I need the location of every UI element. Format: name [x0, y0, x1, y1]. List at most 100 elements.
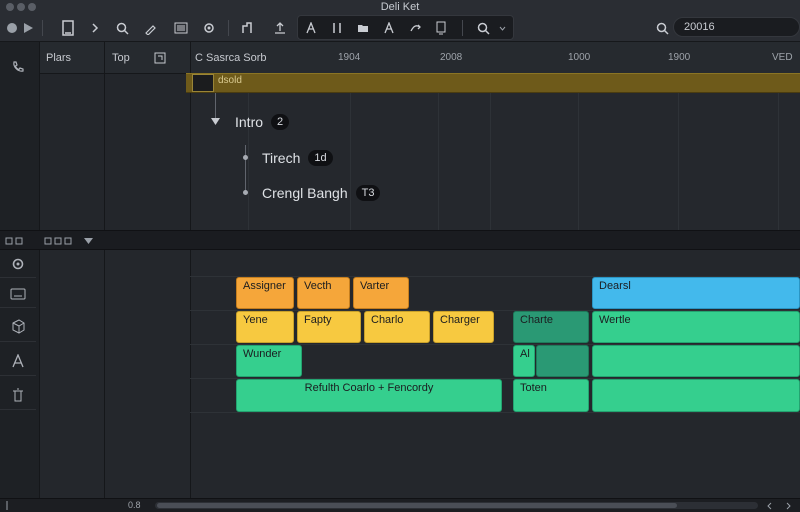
playhead[interactable]	[192, 74, 214, 92]
track-options-icon[interactable]	[5, 236, 25, 246]
scrollbar-thumb[interactable]	[157, 503, 677, 508]
edit-tools-group	[297, 15, 514, 40]
pencil-icon	[144, 24, 156, 35]
playback-range-label: dsold	[218, 75, 242, 86]
ruler-mark-2: 2008	[440, 52, 463, 63]
tree-item-intro-badge: 2	[271, 114, 290, 130]
list-view-button[interactable]	[170, 17, 192, 39]
grid-icon[interactable]	[154, 52, 166, 64]
horizontal-scrollbar[interactable]	[155, 502, 758, 509]
tree-connector	[215, 93, 216, 121]
tree-item-child-2-label: Crengl Bangh	[262, 185, 348, 201]
zoom-search-button[interactable]	[472, 17, 494, 39]
tree-item-child-2[interactable]: Crengl Bangh T3	[262, 185, 381, 201]
clip[interactable]: Vecth	[297, 277, 350, 309]
clip[interactable]: Wunder	[236, 345, 302, 377]
phone-button[interactable]	[0, 52, 36, 82]
rail-trash-button[interactable]	[0, 380, 36, 410]
header-top-label: Top	[112, 52, 130, 64]
clip[interactable]: Assigner	[236, 277, 294, 309]
search-icon	[656, 22, 669, 35]
zoom-dropdown-button[interactable]	[496, 17, 508, 39]
zoom-level: 0.8	[128, 500, 141, 510]
split-tool-button[interactable]	[326, 17, 348, 39]
toolbar-search-button[interactable]	[112, 17, 132, 39]
tree-item-intro-label: Intro	[235, 114, 264, 130]
clip[interactable]	[536, 345, 589, 377]
clip[interactable]: Al	[513, 345, 535, 377]
folder-icon	[358, 25, 368, 32]
window-title: Deli Ket	[380, 1, 420, 13]
rail-cube-button[interactable]	[0, 312, 36, 342]
tree-bullet	[243, 190, 248, 195]
header-plars[interactable]: Plars	[40, 42, 104, 74]
tree-item-child-1-badge: 1d	[308, 150, 333, 166]
label-tool-button[interactable]	[378, 17, 400, 39]
clip[interactable]: Refulth Coarlo + Fencordy	[236, 379, 502, 412]
magnifier-icon	[477, 22, 490, 35]
top-column	[104, 74, 190, 230]
ruler-mark-1: 1904	[338, 52, 361, 63]
scroll-right-icon[interactable]	[784, 502, 792, 510]
marker-tool-button[interactable]	[270, 17, 290, 39]
rail-keyboard-button[interactable]	[0, 280, 36, 308]
playback-range-bar[interactable]	[186, 73, 800, 93]
split-icon	[333, 23, 341, 33]
pencil-tool-button[interactable]	[140, 17, 160, 39]
ruler-mark-3: 1000	[568, 52, 591, 63]
header-sort[interactable]: C Sasrca Sorb	[195, 52, 267, 64]
tree-child-connector	[245, 145, 246, 195]
app-window: Deli Ket 20016 Plars Top C Sasrca Sorb 1…	[0, 0, 800, 512]
search-icon	[116, 22, 129, 35]
timeline-ruler[interactable]: C Sasrca Sorb	[190, 42, 800, 74]
clip[interactable]: Fapty	[297, 311, 361, 343]
clip[interactable]: Varter	[353, 277, 409, 309]
header-top[interactable]: Top	[104, 42, 190, 74]
folder-button[interactable]	[352, 17, 374, 39]
clip[interactable]: Charlo	[364, 311, 430, 343]
lower-panel-header	[0, 230, 800, 250]
collapse-triangle-icon[interactable]	[211, 118, 220, 125]
gear-icon	[12, 258, 24, 269]
chevron-down-icon	[499, 26, 505, 31]
text-a-icon	[384, 22, 394, 34]
clip[interactable]: Charger	[433, 311, 494, 343]
file-icon	[62, 20, 74, 36]
link-tool-button[interactable]	[404, 17, 426, 39]
ruler-mark-5: VED	[772, 52, 793, 63]
tree-item-child-1-label: Tirech	[262, 150, 301, 166]
text-tool-button[interactable]	[300, 17, 322, 39]
clip[interactable]: Toten	[513, 379, 589, 412]
clip[interactable]: Yene	[236, 311, 294, 343]
export-button[interactable]	[430, 17, 452, 39]
gear-icon	[204, 23, 214, 33]
search-input[interactable]: 20016	[673, 17, 800, 37]
rail-text-button[interactable]	[0, 346, 36, 376]
tree-item-intro[interactable]: Intro 2	[235, 114, 290, 130]
clip[interactable]: Dearsl	[592, 277, 800, 309]
marker-icon	[275, 22, 285, 34]
view-toggle-icon[interactable]	[44, 236, 72, 246]
search-field-icon-button[interactable]	[654, 17, 670, 39]
text-a-icon	[306, 22, 316, 34]
chevron-down-icon[interactable]	[84, 238, 93, 244]
expand-chevron-button[interactable]	[86, 17, 104, 39]
record-button[interactable]	[4, 17, 20, 39]
phone-icon	[13, 61, 24, 72]
file-button[interactable]	[56, 17, 80, 39]
plars-column	[40, 74, 104, 230]
clip[interactable]: Wertle	[592, 311, 800, 343]
text-a-icon	[12, 353, 24, 367]
resize-handle-icon[interactable]	[4, 501, 10, 510]
clip[interactable]: Charte	[513, 311, 589, 343]
record-icon	[7, 23, 17, 33]
keyboard-icon	[10, 288, 26, 299]
clip[interactable]	[592, 379, 800, 412]
settings-button[interactable]	[198, 17, 220, 39]
play-button[interactable]	[20, 17, 36, 39]
tree-item-child-1[interactable]: Tirech 1d	[262, 150, 333, 166]
rail-gear-button[interactable]	[0, 250, 36, 278]
clip[interactable]	[592, 345, 800, 377]
scroll-left-icon[interactable]	[766, 502, 774, 510]
snap-tool-button[interactable]	[236, 17, 258, 39]
